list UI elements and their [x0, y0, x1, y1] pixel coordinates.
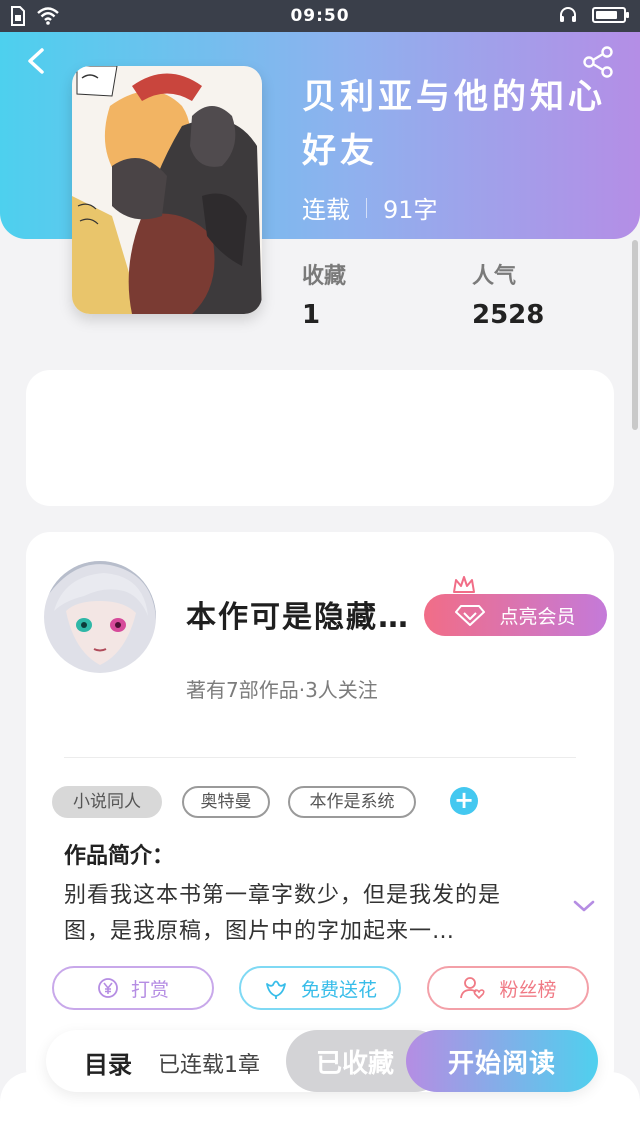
vip-button[interactable]: 点亮会员: [424, 594, 607, 636]
author-avatar-image: [44, 561, 156, 673]
popularity-value: 2528: [472, 300, 545, 330]
yen-coin-icon: [98, 978, 118, 998]
battery-level: [596, 11, 617, 19]
battery-icon: [592, 7, 629, 23]
divider: [64, 757, 576, 758]
word-count: 91字: [383, 196, 438, 224]
empty-banner-card: [26, 370, 614, 506]
tag-system[interactable]: 本作是系统: [288, 786, 416, 818]
meta-divider: [366, 197, 367, 218]
status-bar: 09:50: [0, 0, 640, 32]
reward-label: 打赏: [130, 978, 169, 1001]
start-reading-button[interactable]: 开始阅读: [406, 1030, 598, 1092]
book-title: 贝利亚与他的知心好友: [302, 77, 606, 171]
start-reading-label: 开始阅读: [447, 1048, 556, 1079]
vip-button-label: 点亮会员: [499, 605, 576, 628]
intro-text: 别看我这本书第一章字数少，但是我发的是图，是我原稿，图片中的字加起来一…: [64, 883, 502, 944]
plus-icon: +: [453, 786, 475, 814]
reward-button[interactable]: 打赏: [52, 966, 214, 1010]
book-cover[interactable]: [72, 66, 262, 314]
book-cover-image: [72, 66, 262, 314]
flower-icon: [266, 980, 286, 999]
free-flowers-button[interactable]: 免费送花: [239, 966, 401, 1010]
author-summary: 著有7部作品·3人关注: [186, 678, 378, 702]
free-flowers-label: 免费送花: [300, 978, 377, 1001]
add-tag-button[interactable]: +: [450, 787, 478, 815]
chevron-left-icon: [28, 48, 44, 74]
favorites-label: 收藏: [302, 264, 347, 289]
tag-ultraman[interactable]: 奥特曼: [182, 786, 270, 818]
toc-button[interactable]: 目录: [84, 1045, 132, 1080]
user-heart-icon: [460, 977, 486, 999]
chapter-count[interactable]: 已连载1章: [158, 1047, 260, 1079]
intro-title: 作品简介：: [64, 844, 175, 869]
favorites-value: 1: [302, 300, 321, 330]
status-right-icons: [558, 5, 629, 25]
popularity-label: 人气: [472, 264, 517, 289]
back-button[interactable]: [20, 44, 54, 78]
diamond-icon: [455, 605, 486, 626]
fan-ranking-button[interactable]: 粉丝榜: [427, 966, 589, 1010]
scrollbar-thumb[interactable]: [632, 240, 638, 430]
fan-ranking-label: 粉丝榜: [499, 978, 557, 1001]
author-avatar[interactable]: [44, 561, 156, 673]
book-meta: 连载 91字: [302, 190, 438, 225]
tag-novel-fanfic[interactable]: 小说同人: [52, 786, 162, 818]
chevron-down-icon[interactable]: [572, 898, 596, 918]
headset-icon: [560, 7, 576, 22]
status-time: 09:50: [290, 6, 350, 26]
author-name[interactable]: 本作可是隐藏…: [186, 592, 410, 636]
collected-label: 已收藏: [316, 1048, 395, 1079]
serial-status: 连载: [302, 196, 350, 224]
